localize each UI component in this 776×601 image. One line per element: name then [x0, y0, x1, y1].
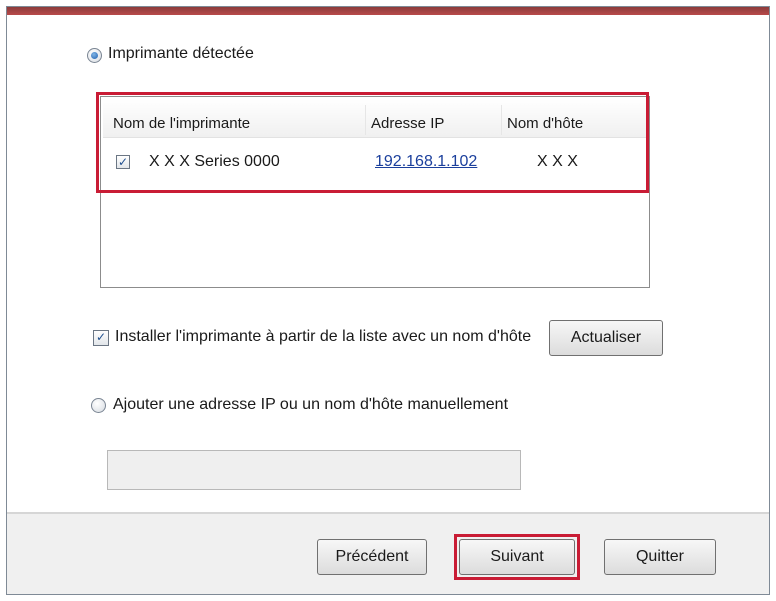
back-button[interactable]: Précédent	[317, 539, 427, 575]
refresh-button[interactable]: Actualiser	[549, 320, 663, 356]
detected-printer-radio[interactable]	[87, 48, 102, 63]
install-hostname-label: Installer l'imprimante à partir de la li…	[115, 328, 532, 345]
manual-entry-label: Ajouter une adresse IP ou un nom d'hôte …	[113, 396, 509, 413]
manual-address-input[interactable]	[107, 450, 521, 490]
next-button-highlight	[454, 534, 580, 580]
manual-entry-radio[interactable]	[91, 398, 106, 413]
quit-button[interactable]: Quitter	[604, 539, 716, 575]
installer-dialog: Imprimante détectée Nom de l'imprimante …	[6, 6, 770, 595]
printer-row-highlight	[96, 92, 649, 193]
install-hostname-checkbox[interactable]: ✓	[93, 330, 109, 346]
detected-printer-label: Imprimante détectée	[108, 45, 254, 62]
title-bar-strip	[7, 7, 769, 15]
